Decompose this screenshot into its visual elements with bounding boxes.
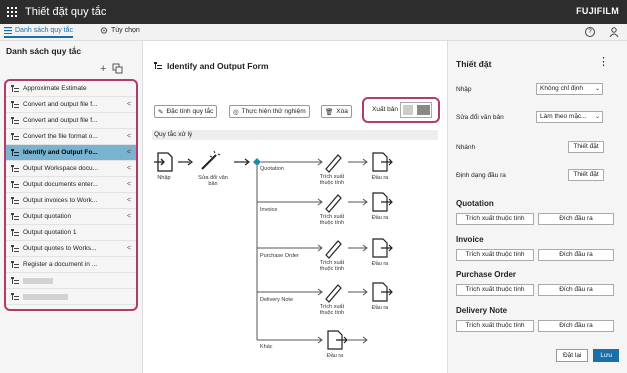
add-rule-icon[interactable]: + [100, 63, 106, 75]
branch-label: Purchase Order [260, 253, 299, 259]
highlight-frame [362, 97, 440, 123]
branch-node [253, 158, 261, 166]
extract-attributes-button[interactable]: Trích xuất thuộc tính [456, 320, 534, 332]
output-icon [372, 282, 393, 302]
branch-label: Invoice [260, 207, 278, 213]
list-icon [4, 27, 12, 34]
app-title: Thiết đặt quy tắc [25, 6, 107, 18]
extract-node-label: Trích xuất thuộc tính [319, 214, 345, 226]
section-title: Delivery Note [456, 306, 508, 315]
tab-options-label: Tùy chọn [111, 27, 140, 34]
user-icon[interactable] [609, 27, 619, 37]
extract-node-label: Trích xuất thuộc tính [319, 260, 345, 272]
section-title: Quotation [456, 199, 494, 208]
edit-setting-label: Sửa đổi văn bản [456, 114, 504, 121]
rule-list-title: Danh sách quy tắc [6, 46, 82, 56]
input-setting-label: Nhập [456, 86, 472, 93]
output-destination-button[interactable]: Đích đầu ra [538, 320, 614, 332]
rule-list-panel: Danh sách quy tắc + Approximate Estimate… [0, 41, 143, 373]
rule-editor: Identify and Output Form ✎ Đặc tính quy t… [144, 41, 444, 373]
settings-title: Thiết đặt [456, 59, 492, 69]
output-node-label: Đầu ra [371, 215, 389, 221]
test-run-label: Thực hiện thử nghiệm [241, 108, 306, 115]
brand-logo: FUJIFILM [576, 6, 619, 16]
rule-properties-button[interactable]: ✎ Đặc tính quy tắc [154, 105, 218, 118]
branch-setting-label: Nhánh [456, 144, 476, 151]
help-icon[interactable]: ? [585, 27, 595, 37]
save-button[interactable]: Lưu [593, 349, 619, 362]
delete-label: Xóa [336, 108, 348, 115]
output-node-label: Đầu ra [371, 175, 389, 181]
tab-rule-list-label: Danh sách quy tắc [15, 27, 73, 34]
edit-select[interactable]: Làm theo mặc... ⌄ [536, 111, 603, 123]
rule-title-text: Identify and Output Form [167, 61, 269, 71]
input-node-label: Nhập [157, 175, 171, 181]
flow-connectors [154, 150, 393, 350]
branch-settings-button[interactable]: Thiết đặt [568, 141, 604, 153]
delete-button[interactable]: 🗑 Xóa [321, 105, 352, 118]
format-settings-button[interactable]: Thiết đặt [568, 169, 604, 181]
extract-icon [325, 194, 342, 213]
rule-properties-label: Đặc tính quy tắc [166, 108, 214, 115]
rule-title: Identify and Output Form [154, 61, 269, 71]
tab-options[interactable]: Tùy chọn [100, 27, 140, 34]
trash-icon: 🗑 [325, 108, 334, 116]
extract-attributes-button[interactable]: Trích xuất thuộc tính [456, 213, 534, 225]
flow-section-label: Quy tắc xử lý [152, 130, 438, 140]
convert-node-label: Sửa đổi văn bản [198, 175, 228, 187]
output-icon [372, 152, 393, 172]
test-run-button[interactable]: ◎ Thực hiện thử nghiệm [229, 105, 310, 118]
check-circle-icon: ◎ [233, 108, 239, 116]
extract-icon [325, 284, 342, 303]
chevron-down-icon: ⌄ [594, 114, 600, 120]
format-setting-label: Định dạng đầu ra [456, 172, 506, 179]
output-node-label: Đầu ra [371, 261, 389, 267]
edit-select-value: Làm theo mặc... [540, 113, 587, 120]
more-options-icon[interactable]: ⋮ [598, 55, 609, 68]
copy-rule-icon[interactable] [112, 63, 123, 74]
tab-bar: Danh sách quy tắc Tùy chọn ? [0, 24, 627, 41]
app-menu-icon[interactable] [7, 7, 17, 17]
extract-node-label: Trích xuất thuộc tính [319, 174, 345, 186]
output-icon [372, 238, 393, 258]
branch-label: Khác [260, 344, 273, 350]
branch-label: Delivery Note [260, 297, 294, 303]
title-bar: Thiết đặt quy tắc FUJIFILM [0, 0, 627, 24]
output-icon [327, 330, 348, 350]
highlight-frame [4, 79, 138, 311]
input-select[interactable]: Không chỉ định ⌄ [536, 83, 603, 95]
extract-attributes-button[interactable]: Trích xuất thuộc tính [456, 249, 534, 261]
input-select-value: Không chỉ định [540, 85, 584, 92]
input-icon [154, 152, 173, 172]
reset-button[interactable]: Đặt lại [555, 349, 589, 362]
chevron-down-icon: ⌄ [594, 86, 600, 92]
rule-icon [154, 62, 162, 69]
flow-diagram: Nhập Sửa đổi văn bản Quotation Invoice P… [144, 145, 444, 373]
section-title: Purchase Order [456, 270, 517, 279]
output-node-label: Đầu ra [326, 353, 344, 359]
section-title: Invoice [456, 235, 484, 244]
output-destination-button[interactable]: Đích đầu ra [538, 213, 614, 225]
edit-icon: ✎ [158, 108, 164, 116]
gear-icon [100, 27, 108, 34]
output-icon [372, 192, 393, 212]
extract-icon [325, 240, 342, 259]
settings-panel: Thiết đặt ⋮ Nhập Không chỉ định ⌄ Sửa đổi… [447, 41, 627, 373]
extract-node-label: Trích xuất thuộc tính [319, 304, 345, 316]
output-destination-button[interactable]: Đích đầu ra [538, 284, 614, 296]
extract-icon [325, 154, 342, 173]
wand-icon [201, 150, 221, 170]
output-destination-button[interactable]: Đích đầu ra [538, 249, 614, 261]
branch-label: Quotation [260, 166, 284, 172]
output-node-label: Đầu ra [371, 305, 389, 311]
tab-rule-list[interactable]: Danh sách quy tắc [4, 27, 73, 38]
extract-attributes-button[interactable]: Trích xuất thuộc tính [456, 284, 534, 296]
